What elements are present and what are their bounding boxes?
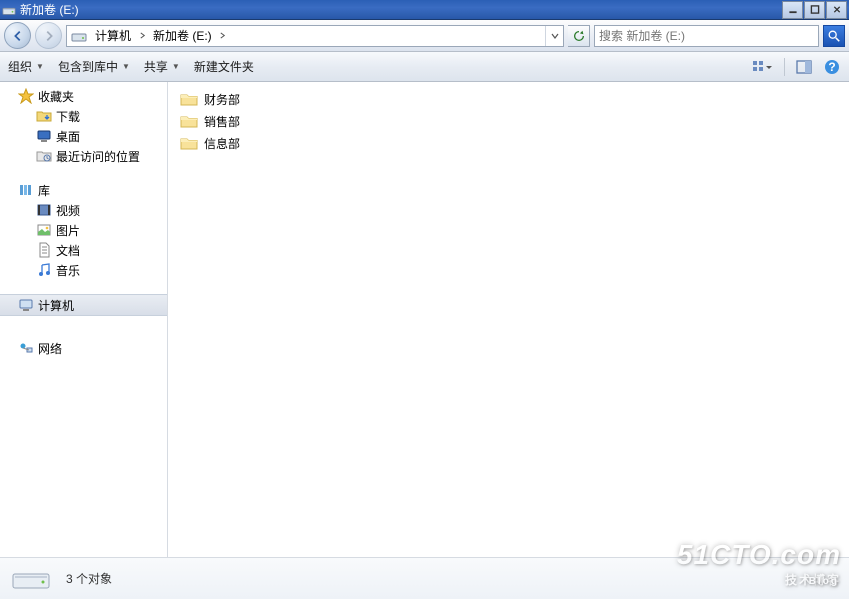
search-input[interactable]	[595, 26, 818, 46]
address-dropdown[interactable]	[545, 26, 563, 46]
library-icon	[18, 182, 34, 198]
address-bar[interactable]: 计算机 新加卷 (E:)	[66, 25, 564, 47]
view-menu[interactable]	[744, 58, 774, 76]
breadcrumb-arrow-icon[interactable]	[135, 26, 149, 46]
drive-icon	[71, 28, 87, 44]
preview-pane-button[interactable]	[795, 58, 813, 76]
svg-text:?: ?	[828, 60, 835, 74]
video-icon	[36, 202, 52, 218]
breadcrumb-arrow-icon[interactable]	[216, 26, 230, 46]
navigation-pane: 收藏夹 下载 桌面 最近访问的位置 库 视频	[0, 82, 168, 557]
maximize-button[interactable]	[804, 1, 825, 19]
organize-menu[interactable]: 组织▼	[8, 58, 44, 75]
command-bar: 组织▼ 包含到库中▼ 共享▼ 新建文件夹 ?	[0, 52, 849, 82]
title-bar: 新加卷 (E:)	[0, 0, 849, 20]
search-button[interactable]	[823, 25, 845, 47]
sidebar-item-documents[interactable]: 文档	[0, 240, 167, 260]
folder-item[interactable]: 销售部	[168, 110, 849, 132]
include-menu[interactable]: 包含到库中▼	[58, 58, 130, 75]
drive-icon	[2, 3, 16, 17]
document-icon	[36, 242, 52, 258]
music-icon	[36, 262, 52, 278]
search-box[interactable]	[594, 25, 819, 47]
sidebar-item-recent[interactable]: 最近访问的位置	[0, 146, 167, 166]
desktop-icon	[36, 128, 52, 144]
content-pane[interactable]: 财务部 销售部 信息部	[168, 82, 849, 557]
favorites-header[interactable]: 收藏夹	[0, 86, 167, 106]
folder-icon	[180, 113, 198, 129]
minimize-button[interactable]	[782, 1, 803, 19]
nav-bar: 计算机 新加卷 (E:)	[0, 20, 849, 52]
star-icon	[18, 88, 34, 104]
refresh-button[interactable]	[568, 25, 590, 47]
forward-button[interactable]	[35, 22, 62, 49]
help-button[interactable]: ?	[823, 58, 841, 76]
libraries-header[interactable]: 库	[0, 180, 167, 200]
sidebar-item-music[interactable]: 音乐	[0, 260, 167, 280]
network-icon	[18, 340, 34, 356]
computer-icon	[18, 297, 34, 313]
status-text: 3 个对象	[66, 570, 112, 587]
libraries-group: 库 视频 图片 文档 音乐	[0, 180, 167, 280]
share-menu[interactable]: 共享▼	[144, 58, 180, 75]
separator	[784, 58, 785, 76]
sidebar-item-network[interactable]: 网络	[0, 338, 167, 358]
breadcrumb-current[interactable]: 新加卷 (E:)	[149, 27, 216, 44]
picture-icon	[36, 222, 52, 238]
folder-item[interactable]: 财务部	[168, 88, 849, 110]
folder-icon	[180, 91, 198, 107]
computer-group: 计算机	[0, 294, 167, 316]
sidebar-item-videos[interactable]: 视频	[0, 200, 167, 220]
favorites-group: 收藏夹 下载 桌面 最近访问的位置	[0, 86, 167, 166]
close-button[interactable]	[826, 1, 847, 19]
breadcrumb-root[interactable]: 计算机	[91, 27, 135, 44]
network-group: 网络	[0, 338, 167, 358]
main-split: 收藏夹 下载 桌面 最近访问的位置 库 视频	[0, 82, 849, 557]
window-title: 新加卷 (E:)	[20, 1, 782, 18]
status-bar: 3 个对象	[0, 557, 849, 599]
sidebar-item-desktop[interactable]: 桌面	[0, 126, 167, 146]
drive-icon	[10, 564, 52, 594]
sidebar-item-pictures[interactable]: 图片	[0, 220, 167, 240]
new-folder-button[interactable]: 新建文件夹	[194, 58, 254, 75]
folder-item[interactable]: 信息部	[168, 132, 849, 154]
downloads-icon	[36, 108, 52, 124]
sidebar-item-computer[interactable]: 计算机	[0, 294, 167, 316]
back-button[interactable]	[4, 22, 31, 49]
folder-icon	[180, 135, 198, 151]
sidebar-item-downloads[interactable]: 下载	[0, 106, 167, 126]
recent-icon	[36, 148, 52, 164]
